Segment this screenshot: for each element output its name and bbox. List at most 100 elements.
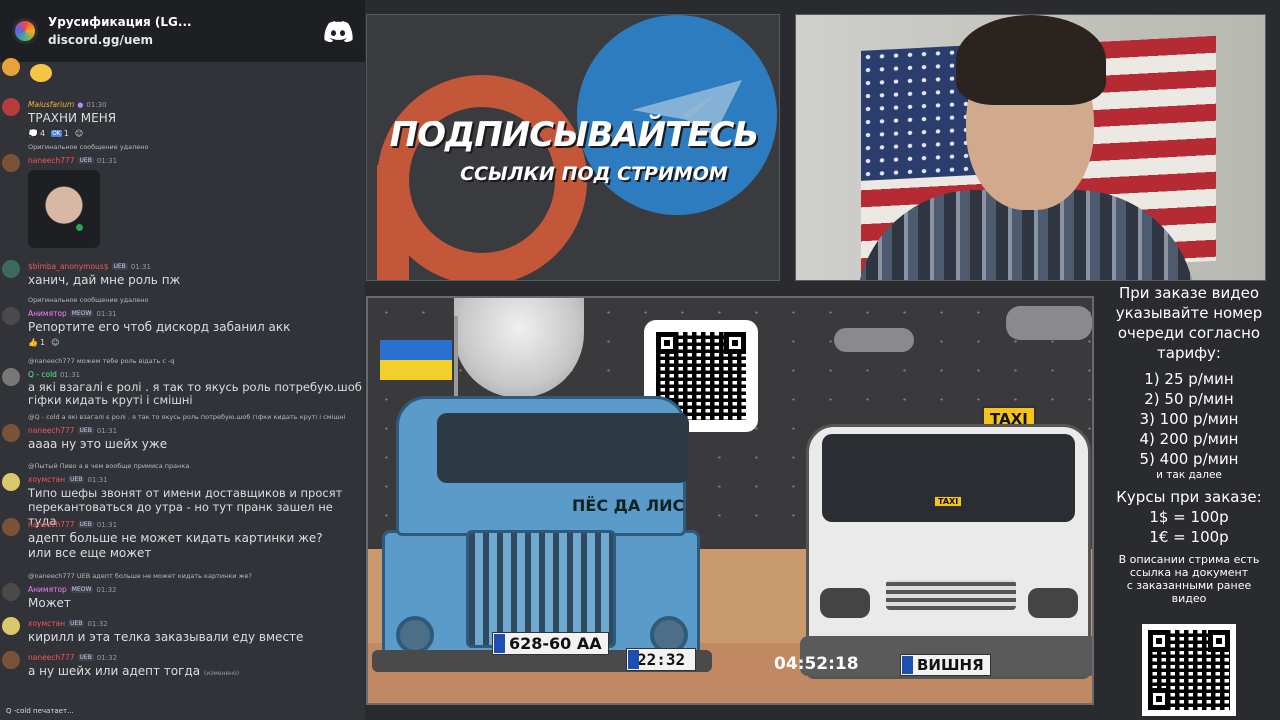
avatar[interactable] xyxy=(2,617,20,635)
smiley-icon: ☺ xyxy=(51,337,60,347)
role-icon: ● xyxy=(77,100,84,109)
timestamp: 01:31 xyxy=(130,262,151,271)
message-item[interactable] xyxy=(0,58,365,98)
timestamp: 01:31 xyxy=(96,426,118,435)
reactions: 👍 1 ☺ xyxy=(28,335,363,349)
message-item[interactable]: Анимятор MEOW 01:31 Репортите его чтоб д… xyxy=(0,307,365,357)
server-icon xyxy=(12,18,38,44)
currency-line: 1$ = 100р xyxy=(1149,508,1229,526)
username[interactable]: Q - cold xyxy=(28,370,57,379)
thumb-icon: 👍 xyxy=(28,337,38,347)
rate-line: 5) 400 р/мин xyxy=(1139,450,1239,468)
avatar[interactable] xyxy=(2,518,20,536)
timer-left: 22:32 xyxy=(626,648,697,671)
add-reaction-button[interactable]: ☺ xyxy=(75,129,83,138)
message-meta: Maiusfarium ● 01:30 xyxy=(28,98,363,111)
avatar[interactable] xyxy=(2,583,20,601)
message-meta: naneech777 UEB 01:31 xyxy=(28,518,363,531)
username[interactable]: хоумстан xyxy=(28,475,65,484)
truck-label: ПЁС ДА ЛИС xyxy=(572,496,685,515)
plate-number: 628-60 AA xyxy=(509,634,602,653)
message-meta: naneech777 UEB 01:31 xyxy=(28,154,363,167)
discord-server-header[interactable]: Урусификация (LG... discord.gg/uem xyxy=(0,0,365,62)
timer-left-value: 22:32 xyxy=(637,650,686,669)
message-meta: $bimba_anonymous$ UEB 01:31 xyxy=(28,260,363,273)
message-text: Может xyxy=(28,596,71,610)
van-plate-text: ВИШНЯ xyxy=(917,656,984,674)
currency-line: 1€ = 100р xyxy=(1149,528,1229,546)
message-item[interactable]: $bimba_anonymous$ UEB 01:31 ханич, дай м… xyxy=(0,260,365,296)
qr-corner xyxy=(1148,630,1170,652)
discord-chat-panel: Урусификация (LG... discord.gg/uem Maius… xyxy=(0,0,365,720)
ukraine-flag xyxy=(380,340,452,380)
username[interactable]: naneech777 xyxy=(28,653,75,662)
typing-indicator: Q -cold печатает... xyxy=(6,707,74,715)
reaction-thumb[interactable]: 👍 1 xyxy=(28,338,45,347)
server-invite-link[interactable]: discord.gg/uem xyxy=(48,33,323,47)
reaction-speech[interactable]: 💭 4 xyxy=(28,129,45,138)
username[interactable]: naneech777 xyxy=(28,156,75,165)
message-item[interactable]: naneech777 UEB 01:31 адепт больше не мож… xyxy=(0,518,365,572)
message-item[interactable]: хоумстан UEB 01:31 Типо шефы звонят от и… xyxy=(0,473,365,528)
username[interactable]: naneech777 xyxy=(28,520,75,529)
add-reaction-button[interactable]: ☺ xyxy=(51,338,59,347)
rate-line: 4) 200 р/мин xyxy=(1139,430,1239,448)
avatar[interactable] xyxy=(2,368,20,386)
message-item[interactable]: naneech777 UEB 01:31 аааа ну это шейх уж… xyxy=(0,424,365,462)
message-text: а ну шейх или адепт тогда (изменено) xyxy=(28,664,363,681)
avatar[interactable] xyxy=(2,154,20,172)
attached-image[interactable] xyxy=(28,170,100,248)
reply-reference[interactable]: @naneech777 UEB адепт больше не может ки… xyxy=(0,572,365,583)
truck-grill xyxy=(466,530,616,648)
reply-reference[interactable]: @Q - cold а які взагалі є ролі . я так т… xyxy=(0,413,365,424)
reply-reference[interactable]: @naneech777 можем тебе роль відать с -q xyxy=(0,357,365,368)
role-badge: MEOW xyxy=(69,586,94,593)
message-item[interactable]: Анимятор MEOW 01:32 Может xyxy=(0,583,365,617)
avatar[interactable] xyxy=(2,651,20,669)
message-item[interactable]: Maiusfarium ● 01:30 ТРАХНИ МЕНЯ 💭 4 OK 1 ☺ xyxy=(0,98,365,143)
order-info-panel: При заказе видео указывайте номер очеред… xyxy=(1098,283,1280,623)
avatar[interactable] xyxy=(2,424,20,442)
info-line: тарифу: xyxy=(1157,344,1221,362)
qr-corner xyxy=(656,332,678,354)
banner-title: ПОДПИСЫВАЙТЕСЬ xyxy=(389,115,760,155)
reply-reference[interactable]: @Пытый Пиво а в чем вообще примиса пранк… xyxy=(0,462,365,473)
reply-reference[interactable]: Оригинальное сообщение удалено xyxy=(0,143,365,154)
headlight xyxy=(396,616,434,654)
avatar[interactable] xyxy=(2,98,20,116)
message-meta: хоумстан UEB 01:32 xyxy=(28,617,363,630)
message-text: адепт больше не может кидать картинки же… xyxy=(28,531,323,545)
message-item[interactable]: хоумстан UEB 01:32 кирилл и эта телка за… xyxy=(0,617,365,651)
avatar[interactable] xyxy=(2,473,20,491)
message-item[interactable]: naneech777 UEB 01:32 а ну шейх или адепт… xyxy=(0,651,365,681)
message-item[interactable]: naneech777 UEB 01:31 xyxy=(0,154,365,260)
description-note: ссылка на документ xyxy=(1129,566,1249,579)
reaction-ok[interactable]: OK 1 xyxy=(51,129,69,138)
username[interactable]: Анимятор xyxy=(28,309,67,318)
timer-right: 04:52:18 xyxy=(774,654,859,674)
ok-icon: OK xyxy=(51,129,62,137)
rate-etc: и так далее xyxy=(1156,469,1222,481)
message-meta: Анимятор MEOW 01:32 xyxy=(28,583,363,596)
blue-truck: ПЁС ДА ЛИС 628-60 AA 22:32 xyxy=(372,396,712,686)
username[interactable]: Maiusfarium xyxy=(28,100,74,109)
online-status-icon xyxy=(74,222,85,233)
message-meta: хоумстан UEB 01:31 xyxy=(28,473,363,486)
qr-code-bottom xyxy=(1142,624,1236,716)
discord-logo-icon xyxy=(324,21,353,42)
info-line: очереди согласно xyxy=(1117,324,1261,342)
avatar[interactable] xyxy=(2,307,20,325)
reply-reference[interactable]: Оригинальное сообщение удалено xyxy=(0,296,365,307)
avatar[interactable] xyxy=(2,260,20,278)
username[interactable]: naneech777 xyxy=(28,426,75,435)
timestamp: 01:32 xyxy=(87,619,108,628)
timestamp: 01:32 xyxy=(96,585,117,594)
message-item[interactable]: Q - cold 01:31 а які взагалі є ролі . я … xyxy=(0,368,365,413)
username[interactable]: $bimba_anonymous$ xyxy=(28,262,109,271)
username[interactable]: хоумстан xyxy=(28,619,65,628)
avatar[interactable] xyxy=(2,58,20,76)
info-line: При заказе видео xyxy=(1118,284,1260,302)
flagpole xyxy=(454,316,458,396)
timestamp: 01:31 xyxy=(87,475,108,484)
username[interactable]: Анимятор xyxy=(28,585,67,594)
